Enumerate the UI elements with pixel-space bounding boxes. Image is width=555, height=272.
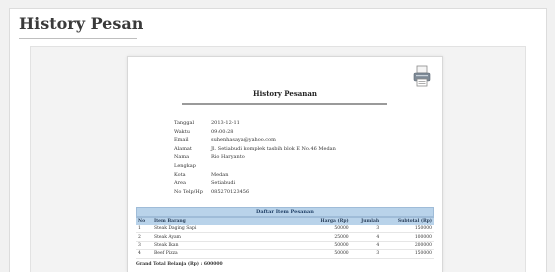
col-subtotal: Subtotal (Rp): [381, 217, 434, 225]
receipt-title: History Pesanan: [252, 89, 318, 98]
info-label: Nama Lengkap: [174, 154, 196, 169]
table-row: 2 Steak Ayam 25000 4 100000: [136, 232, 434, 242]
info-row-date: Tanggal 2013-12-11: [174, 119, 336, 128]
cell-price: 50000: [306, 241, 351, 251]
cell-no: 4: [136, 249, 152, 259]
cell-price: 25000: [306, 232, 351, 242]
info-row-address: Alamat Jl. Setiabudi komplek tasbih blok…: [174, 145, 336, 154]
info-value: Medan: [211, 171, 229, 178]
table-caption: Daftar Item Pesanan: [136, 207, 434, 217]
table-header-row: No Item Barang Harga (Rp) Jumlah Subtota…: [136, 217, 434, 225]
info-value: suhenhasaya@yahoo.com: [211, 137, 276, 144]
page-title: History Pesan: [19, 14, 144, 33]
cell-subtotal: 100000: [381, 232, 434, 242]
info-value: Rio Haryanto: [211, 154, 245, 161]
cell-item: Beef Pizza: [152, 249, 306, 259]
cell-subtotal: 150000: [381, 225, 434, 234]
order-info: Tanggal 2013-12-11 Waktu 09:00:28 Email …: [174, 119, 336, 196]
table-row: 3 Steak Ikan 50000 4 200000: [136, 241, 434, 251]
table-row: 4 Beef Pizza 50000 3 150000: [136, 249, 434, 259]
receipt-divider: [182, 103, 387, 105]
info-value: Setiabudi: [211, 180, 236, 187]
cell-price: 50000: [306, 249, 351, 259]
col-item: Item Barang: [152, 217, 306, 225]
cell-price: 50000: [306, 225, 351, 234]
printer-icon[interactable]: [413, 65, 431, 87]
info-label: Kota: [174, 171, 186, 178]
cell-qty: 3: [350, 225, 382, 234]
info-row-time: Waktu 09:00:28: [174, 128, 336, 137]
cell-subtotal: 150000: [381, 249, 434, 259]
info-row-email: Email suhenhasaya@yahoo.com: [174, 136, 336, 145]
cell-qty: 4: [350, 241, 382, 251]
info-row-phone: No Telp/Hp 085270123456: [174, 188, 336, 197]
cell-qty: 3: [350, 249, 382, 259]
info-row-city: Kota Medan: [174, 171, 336, 180]
table-row: 1 Steak Daging Sapi 50000 3 150000: [136, 225, 434, 234]
cell-no: 1: [136, 225, 152, 234]
title-divider: [19, 38, 137, 39]
info-label: Tanggal: [174, 120, 195, 126]
info-label: Alamat: [174, 145, 192, 152]
info-row-area: Area Setiabudi: [174, 179, 336, 188]
info-label: No Telp/Hp: [174, 188, 203, 195]
info-row-name: Nama Lengkap Rio Haryanto: [174, 153, 336, 170]
info-label: Email: [174, 137, 189, 144]
receipt-card: History Pesanan Tanggal 2013-12-11 Waktu…: [127, 56, 443, 272]
cell-item: Steak Daging Sapi: [152, 225, 306, 234]
grand-total: Grand Total Belanja (Rp) : 600000: [136, 262, 223, 267]
cell-no: 2: [136, 232, 152, 242]
cell-no: 3: [136, 241, 152, 251]
info-value: Jl. Setiabudi komplek tasbih blok E No.4…: [211, 145, 336, 152]
col-qty: Jumlah: [350, 217, 382, 225]
cell-subtotal: 200000: [381, 241, 434, 251]
cell-qty: 4: [350, 232, 382, 242]
cell-item: Steak Ikan: [152, 241, 306, 251]
col-no: No: [136, 217, 152, 225]
order-items-table: Daftar Item Pesanan No Item Barang Harga…: [136, 207, 434, 259]
col-price: Harga (Rp): [306, 217, 351, 225]
info-value: 085270123456: [211, 188, 250, 195]
cell-item: Steak Ayam: [152, 232, 306, 242]
info-label: Waktu: [174, 128, 190, 135]
info-value: 09:00:28: [211, 128, 234, 135]
info-label: Area: [174, 180, 186, 187]
info-value: 2013-12-11: [211, 120, 240, 126]
